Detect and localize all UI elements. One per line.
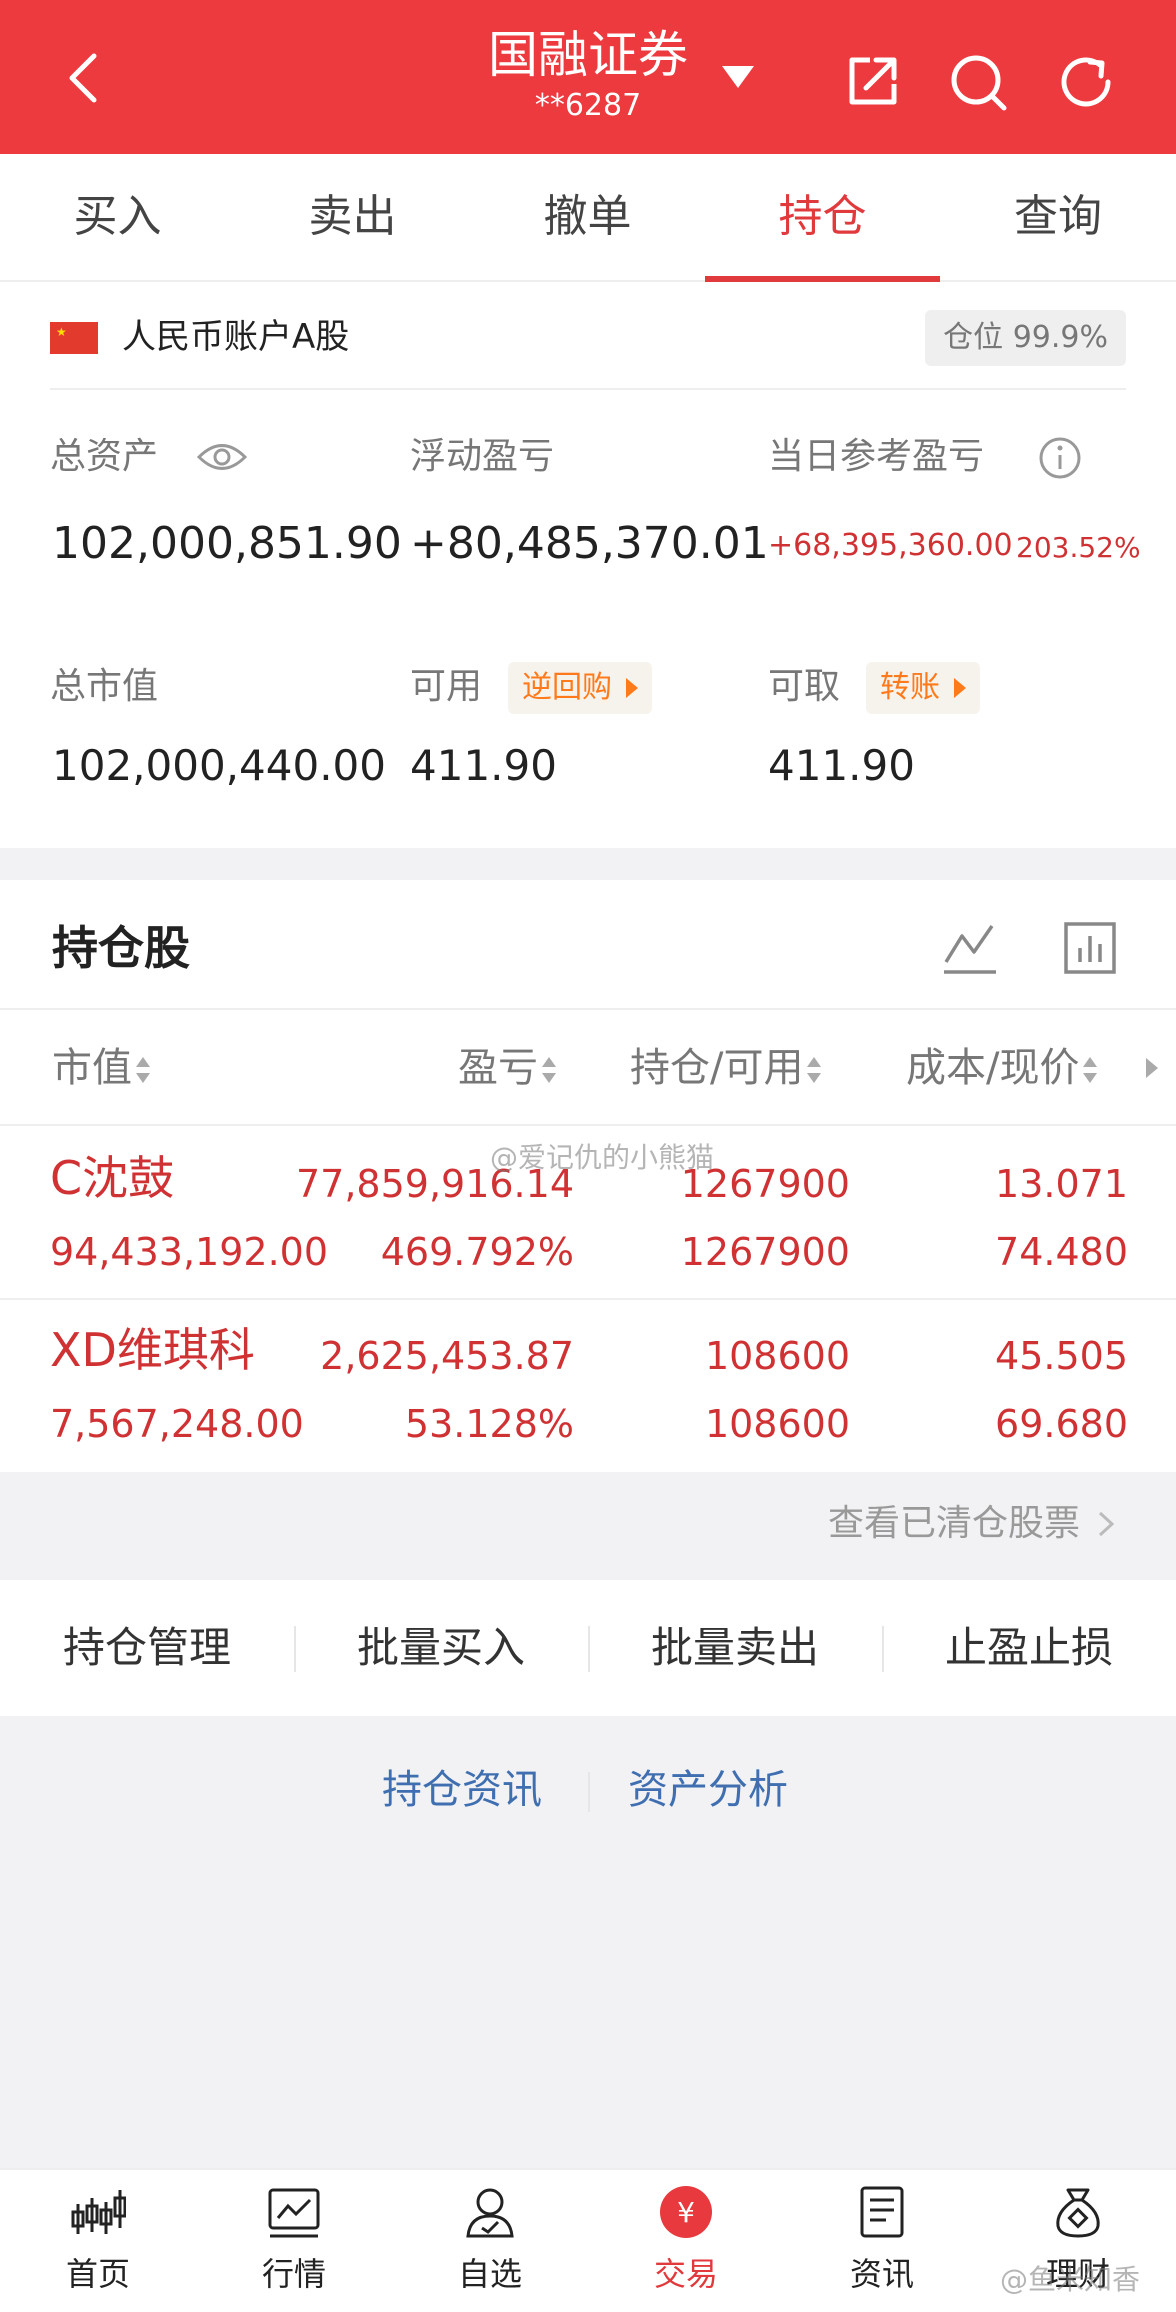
take-profit-stop-loss-button[interactable]: 止盈止损	[882, 1580, 1176, 1716]
tab-query[interactable]: 查询	[940, 154, 1176, 282]
nav-label: 交易	[653, 2255, 718, 2293]
account-name: 人民币账户A股	[122, 317, 350, 357]
info-icon[interactable]	[1038, 436, 1082, 480]
stock-name: C沈鼓	[50, 1151, 175, 1205]
stock-cost: 13.071	[995, 1162, 1128, 1206]
column-label: 市值	[52, 1045, 132, 1091]
daily-pnl-percent: 203.52%	[1016, 531, 1141, 564]
trade-yuan-icon: ¥	[660, 2186, 712, 2238]
watermark: @爱记仇的小熊猫	[490, 1141, 715, 1174]
chevron-right-icon	[1098, 1511, 1115, 1537]
sort-icon	[807, 1055, 822, 1085]
sort-icon	[136, 1055, 150, 1085]
app-header: 国融证券 **6287	[0, 0, 1176, 154]
refresh-icon[interactable]	[1054, 50, 1118, 114]
scroll-right-icon[interactable]	[1146, 1058, 1158, 1078]
tab-buy[interactable]: 买入	[0, 154, 235, 282]
eye-icon[interactable]	[196, 440, 248, 474]
market-value-label: 总市值	[50, 666, 159, 707]
market-chart-icon	[268, 2188, 320, 2238]
nav-market[interactable]: 行情	[196, 2170, 392, 2312]
bottom-links: 持仓资讯 资产分析	[0, 1750, 1176, 1830]
withdrawable-value: 411.90	[768, 741, 915, 790]
stock-available: 108600	[704, 1402, 850, 1446]
transfer-tag[interactable]: 转账	[866, 662, 980, 714]
daily-pnl-label: 当日参考盈亏	[768, 436, 985, 477]
column-label: 成本/现价	[906, 1045, 1080, 1091]
china-flag-icon: ★	[50, 322, 98, 354]
withdrawable-label: 可取	[768, 666, 841, 707]
asset-analysis-link[interactable]: 资产分析	[628, 1762, 788, 1818]
nav-news[interactable]: 资讯	[784, 2170, 980, 2312]
search-icon[interactable]	[946, 50, 1010, 114]
share-icon[interactable]	[840, 50, 904, 114]
stock-pnl-percent: 469.792%	[380, 1230, 574, 1274]
total-assets-value: 102,000,851.90	[52, 518, 402, 569]
account-row: ★ 人民币账户A股 仓位 99.9%	[50, 282, 1126, 390]
column-market-value[interactable]: 市值	[52, 1010, 150, 1126]
sort-icon	[1083, 1055, 1098, 1085]
position-ratio-badge: 仓位 99.9%	[925, 310, 1126, 366]
tab-positions[interactable]: 持仓	[705, 154, 940, 282]
nav-watchlist[interactable]: 自选	[392, 2170, 588, 2312]
trend-line-icon[interactable]	[940, 918, 1000, 978]
column-cost-price[interactable]: 成本/现价	[906, 1010, 1098, 1126]
nav-label: 首页	[65, 2255, 130, 2293]
nav-trade[interactable]: ¥ 交易	[588, 2170, 784, 2312]
holding-row[interactable]: XD维琪科 7,567,248.00 2,625,453.87 53.128% …	[0, 1300, 1176, 1472]
batch-buy-button[interactable]: 批量买入	[294, 1580, 588, 1716]
floating-pnl-value: +80,485,370.01	[410, 518, 769, 569]
wealth-bag-icon	[1056, 2188, 1100, 2238]
market-value-value: 102,000,440.00	[52, 741, 386, 790]
watchlist-user-icon	[466, 2188, 514, 2238]
holdings-title: 持仓股	[52, 921, 190, 975]
account-summary-panel: ★ 人民币账户A股 仓位 99.9% 总资产 102,000,851.90 浮动…	[0, 282, 1176, 848]
stock-available: 1267900	[680, 1230, 850, 1274]
available-value: 411.90	[410, 741, 557, 790]
column-label: 盈亏	[458, 1045, 538, 1091]
stock-pnl: 2,625,453.87	[320, 1334, 574, 1378]
trade-tabs: 买入 卖出 撤单 持仓 查询	[0, 154, 1176, 282]
stock-cost: 45.505	[995, 1334, 1128, 1378]
tab-cancel-order[interactable]: 撤单	[470, 154, 705, 282]
sort-icon	[542, 1055, 556, 1085]
nav-label: 资讯	[849, 2255, 914, 2293]
home-candlestick-icon	[71, 2190, 126, 2234]
total-assets-label: 总资产	[50, 436, 159, 477]
news-document-icon	[860, 2186, 904, 2238]
column-label: 持仓/可用	[630, 1045, 804, 1091]
reverse-repo-tag[interactable]: 逆回购	[508, 662, 652, 714]
tab-sell[interactable]: 卖出	[235, 154, 470, 282]
column-position-available[interactable]: 持仓/可用	[630, 1010, 822, 1126]
stock-name: XD维琪科	[50, 1323, 255, 1377]
nav-home[interactable]: 首页	[0, 2170, 196, 2312]
stock-pnl-percent: 53.128%	[404, 1402, 574, 1446]
watermark: @鱼米知香	[1000, 2263, 1141, 2296]
nav-label: 行情	[261, 2255, 326, 2293]
caret-down-icon[interactable]	[722, 66, 754, 88]
batch-sell-button[interactable]: 批量卖出	[588, 1580, 882, 1716]
holdings-actions: 持仓管理 批量买入 批量卖出 止盈止损	[0, 1580, 1176, 1716]
holdings-column-header: 市值 盈亏 持仓/可用 成本/现价	[0, 1008, 1176, 1126]
divider	[588, 1772, 590, 1812]
manage-positions-button[interactable]: 持仓管理	[0, 1580, 294, 1716]
available-label: 可用	[410, 666, 483, 707]
stock-price: 69.680	[995, 1402, 1128, 1446]
bar-chart-icon[interactable]	[1060, 918, 1120, 978]
stock-position: 108600	[704, 1334, 850, 1378]
floating-pnl-label: 浮动盈亏	[410, 436, 555, 477]
view-cleared-stocks-link[interactable]: 查看已清仓股票	[0, 1472, 1176, 1580]
stock-price: 74.480	[995, 1230, 1128, 1274]
svg-text:¥: ¥	[677, 2196, 695, 2229]
column-pnl[interactable]: 盈亏	[458, 1010, 556, 1126]
nav-label: 自选	[457, 2255, 522, 2293]
view-cleared-label: 查看已清仓股票	[827, 1503, 1080, 1544]
holdings-section: 持仓股 市值 盈亏 持仓/可用 成本/现价 C沈鼓 94,433,192.00 …	[0, 880, 1176, 1472]
holding-news-link[interactable]: 持仓资讯	[382, 1762, 542, 1818]
daily-pnl-value: +68,395,360.00	[768, 528, 1013, 563]
